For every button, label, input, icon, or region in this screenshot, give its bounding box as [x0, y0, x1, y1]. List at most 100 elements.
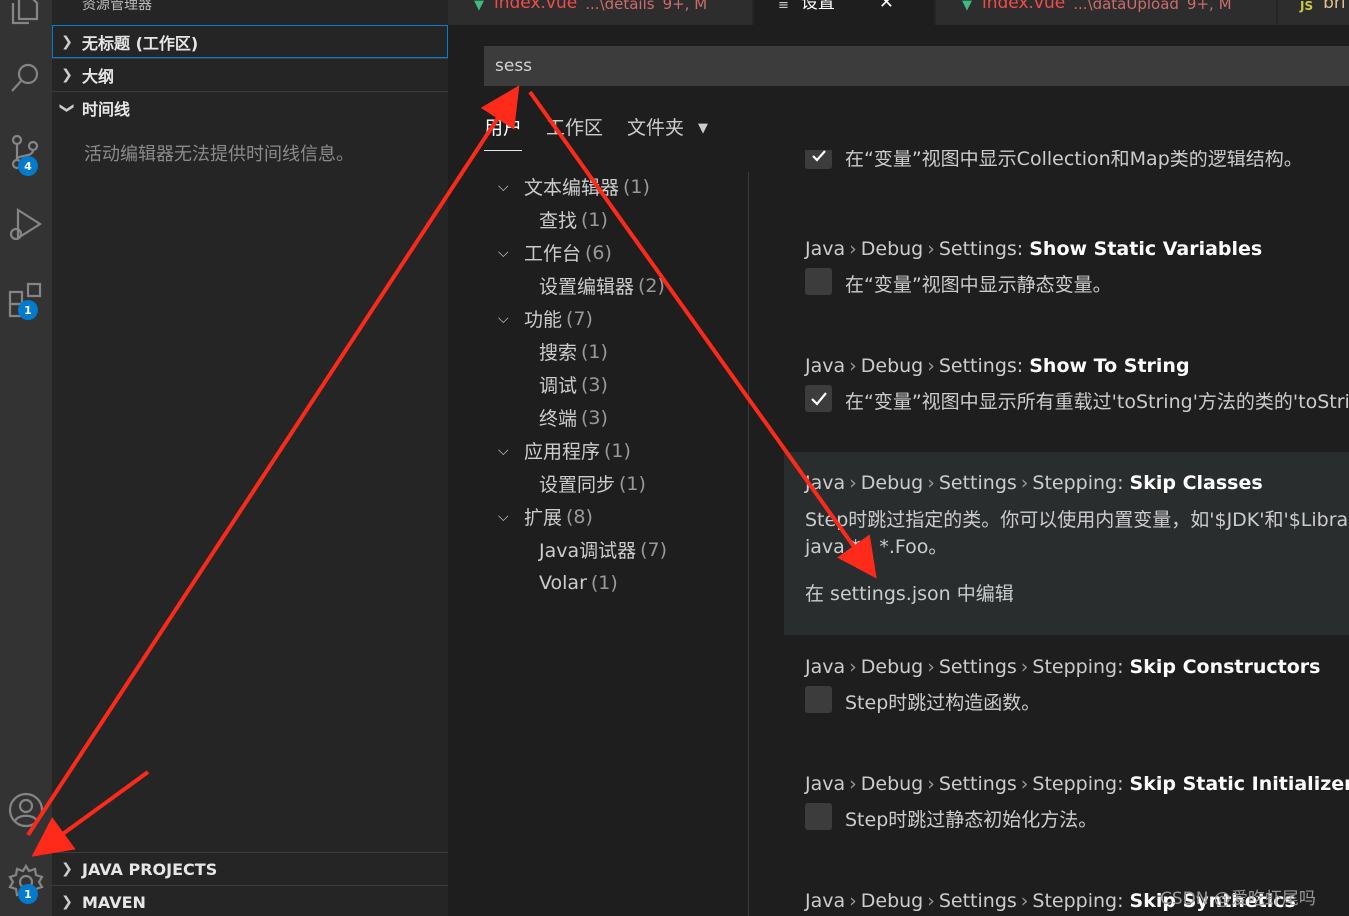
- toc-label: Volar: [539, 571, 587, 594]
- extensions-badge: 1: [18, 300, 38, 320]
- close-icon[interactable]: ✕: [879, 0, 894, 13]
- setting-title: Java › Debug › Settings: Show Static Variabl…: [805, 238, 1263, 260]
- setting-show-to-string: Java › Debug › Settings: Show To String 在“变量…: [784, 345, 1349, 425]
- section-untitled-workspace[interactable]: ❯ 无标题 (工作区): [52, 25, 448, 58]
- setting-checkbox[interactable]: [805, 803, 832, 830]
- toc-item[interactable]: 终端 (3): [539, 401, 608, 434]
- setting-checkbox[interactable]: [805, 150, 832, 169]
- settings-file-icon: ≡: [778, 0, 789, 13]
- setting-title: Java › Debug › Settings › Stepping: Skip Const…: [805, 656, 1321, 678]
- vue-file-icon: ▼: [962, 0, 972, 13]
- tab-strip: ▼ index.vue ...\details 9+, M ≡ 设置 ✕ ▼ i…: [448, 0, 1349, 25]
- toc-item[interactable]: ⌵ 功能 (7): [498, 302, 593, 335]
- setting-description: 在“变量”视图中显示所有重载过'toString'方法的类的'toString'…: [845, 391, 1349, 413]
- section-maven[interactable]: ❯ MAVEN: [52, 885, 448, 916]
- setting-partial: 在“变量”视图中显示Collection和Map类的逻辑结构。: [784, 150, 1349, 180]
- folder-dropdown-icon[interactable]: ▼: [698, 121, 708, 136]
- toc-count: (1): [581, 208, 608, 231]
- toc-label: 查找: [539, 210, 578, 232]
- setting-description-line2: java.*，*.Foo。: [805, 536, 948, 558]
- toc-item[interactable]: ⌵ 应用程序 (1): [498, 434, 631, 467]
- toc-label: 终端: [539, 408, 578, 430]
- watermark: CSDN @爱吃虾尾吗: [1160, 889, 1316, 909]
- toc-count: (1): [623, 175, 650, 198]
- toc-count: (3): [581, 406, 608, 429]
- section-label: 大纲: [82, 67, 115, 86]
- toc-count: (1): [604, 439, 631, 462]
- toc-count: (1): [619, 472, 646, 495]
- run-debug-icon[interactable]: [0, 200, 52, 248]
- toc-count: (6): [585, 241, 612, 264]
- toc-count: (1): [590, 571, 618, 594]
- tab-path: ...\details: [585, 0, 655, 13]
- toc-count: (8): [566, 505, 593, 528]
- toc-count: (2): [638, 274, 665, 297]
- toc-item[interactable]: 调试 (3): [539, 368, 608, 401]
- tab-label: index.vue: [494, 0, 578, 13]
- section-outline[interactable]: ❯ 大纲: [52, 58, 448, 91]
- tab-workspace[interactable]: 工作区: [546, 113, 603, 144]
- sidebar-title: 资源管理器: [82, 0, 152, 13]
- more-actions-icon[interactable]: ···: [412, 0, 428, 8]
- section-label: MAVEN: [82, 892, 146, 912]
- toc-item[interactable]: Java调试器 (7): [539, 533, 667, 566]
- toc-label: 工作台: [524, 243, 582, 265]
- vue-file-icon: ▼: [474, 0, 484, 13]
- chevron-right-icon: ❯: [61, 67, 73, 83]
- tab-index-vue-details[interactable]: ▼ index.vue ...\details 9+, M: [448, 0, 752, 25]
- toc-label: 应用程序: [524, 441, 601, 463]
- toc-item[interactable]: ⌵ 扩展 (8): [498, 500, 593, 533]
- activity-bar: 4 1 1: [0, 0, 52, 916]
- toc-item[interactable]: Volar (1): [539, 566, 618, 599]
- toc-count: (3): [581, 373, 608, 396]
- tab-path: ...\dataUpload: [1073, 0, 1179, 13]
- chevron-down-icon: ⌵: [498, 244, 509, 261]
- tab-folder[interactable]: 文件夹: [627, 113, 684, 144]
- toc-item[interactable]: 设置编辑器 (2): [539, 269, 665, 302]
- tab-label: 设置: [800, 0, 835, 13]
- chevron-right-icon: ❯: [61, 861, 73, 877]
- toc-count: (7): [566, 307, 593, 330]
- chevron-down-icon: ⌵: [498, 442, 509, 459]
- chevron-right-icon: ❯: [61, 894, 73, 910]
- chevron-down-icon: ⌵: [498, 508, 509, 525]
- toc-item[interactable]: 搜索 (1): [539, 335, 608, 368]
- tab-settings[interactable]: ≡ 设置 ✕: [754, 0, 934, 25]
- toc-item[interactable]: ⌵ 文本编辑器 (1): [498, 170, 650, 203]
- search-icon[interactable]: [0, 54, 52, 102]
- manage-badge: 1: [18, 884, 38, 904]
- toc-label: 调试: [539, 375, 578, 397]
- settings-search-input[interactable]: sess: [484, 46, 1349, 86]
- tab-label: index.vue: [982, 0, 1066, 13]
- settings-list: 在“变量”视图中显示Collection和Map类的逻辑结构。 Java › Deb…: [784, 150, 1349, 916]
- setting-checkbox[interactable]: [805, 268, 832, 295]
- tab-label: bri: [1323, 0, 1346, 13]
- toc-label: 功能: [524, 309, 563, 331]
- tab-js-file[interactable]: JS bri: [1278, 0, 1349, 25]
- section-timeline[interactable]: ❯ 时间线: [52, 91, 448, 124]
- toc-item[interactable]: 查找 (1): [539, 203, 608, 236]
- section-label: 时间线: [82, 100, 131, 119]
- setting-skip-static-initializers: Java › Debug › Settings › Stepping: Skip Stati…: [784, 763, 1349, 843]
- tab-index-vue-dataupload[interactable]: ▼ index.vue ...\dataUpload 9+, M: [936, 0, 1276, 25]
- section-label: 无标题 (工作区): [82, 33, 199, 53]
- explorer-sidebar: 资源管理器 ··· ❯ 无标题 (工作区) ❯ 大纲 ❯ 时间线 活动编辑器无法…: [52, 0, 448, 916]
- settings-scope-tabs: 用户 工作区 文件夹 ▼: [484, 108, 708, 151]
- section-java-projects[interactable]: ❯ JAVA PROJECTS: [52, 852, 448, 885]
- setting-checkbox-checked[interactable]: [805, 385, 832, 412]
- tab-user[interactable]: 用户: [484, 113, 523, 151]
- source-control-badge: 4: [18, 156, 38, 176]
- chevron-down-icon: ⌵: [498, 178, 509, 195]
- accounts-icon[interactable]: [0, 786, 52, 834]
- toc-item[interactable]: 设置同步 (1): [539, 467, 646, 500]
- edit-in-settings-json-link[interactable]: 在 settings.json 中编辑: [805, 579, 1014, 606]
- setting-description: Step时跳过静态初始化方法。: [845, 809, 1098, 831]
- setting-checkbox[interactable]: [805, 686, 832, 713]
- toc-label: Java调试器: [539, 540, 637, 562]
- toc-label: 扩展: [524, 507, 563, 529]
- editor-area: ▼ index.vue ...\details 9+, M ≡ 设置 ✕ ▼ i…: [448, 0, 1349, 916]
- explorer-icon[interactable]: [0, 0, 52, 34]
- setting-description: 在“变量”视图中显示静态变量。: [845, 274, 1112, 296]
- toc-count: (7): [640, 538, 668, 561]
- toc-item[interactable]: ⌵ 工作台 (6): [498, 236, 612, 269]
